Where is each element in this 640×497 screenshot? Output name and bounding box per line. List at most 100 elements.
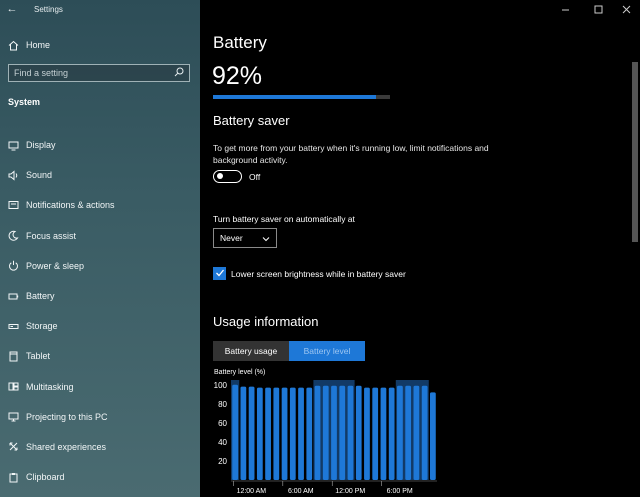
sidebar-item-tablet[interactable]: Tablet bbox=[0, 341, 200, 371]
app-title: Settings bbox=[34, 4, 63, 14]
sidebar-item-power-sleep[interactable]: Power & sleep bbox=[0, 251, 200, 281]
bar-19 bbox=[388, 387, 395, 480]
search-box[interactable] bbox=[8, 64, 190, 82]
share-icon bbox=[0, 441, 26, 452]
sidebar-item-home[interactable]: Home bbox=[0, 36, 200, 54]
bar-7 bbox=[289, 387, 296, 480]
sidebar-item-label: Tablet bbox=[26, 351, 51, 362]
dropdown-value: Never bbox=[220, 233, 243, 243]
battery-icon bbox=[0, 291, 26, 302]
bar-5 bbox=[273, 387, 280, 480]
sidebar-item-label: Projecting to this PC bbox=[26, 411, 108, 422]
bar-22 bbox=[413, 385, 420, 480]
power-icon bbox=[0, 260, 26, 271]
sidebar-item-projecting[interactable]: Projecting to this PC bbox=[0, 402, 200, 432]
usage-tabs: Battery usage Battery level bbox=[213, 341, 365, 361]
projector-icon bbox=[0, 411, 26, 422]
bar-11 bbox=[322, 385, 329, 480]
battery-percentage: 92% bbox=[212, 62, 263, 90]
battery-saver-toggle[interactable] bbox=[213, 170, 242, 183]
title-bar: ← Settings bbox=[0, 0, 200, 18]
sidebar-item-label: Multitasking bbox=[26, 381, 74, 392]
tablet-icon bbox=[0, 351, 26, 362]
bar-12 bbox=[331, 385, 337, 480]
brightness-checkbox-label: Lower screen brightness while in battery… bbox=[231, 269, 406, 279]
bar-10 bbox=[314, 385, 321, 480]
search-icon[interactable] bbox=[174, 64, 184, 82]
bar-23 bbox=[421, 385, 428, 480]
y-tick-label: 40 bbox=[218, 438, 227, 447]
chevron-down-icon bbox=[262, 229, 270, 247]
bar-18 bbox=[380, 387, 387, 480]
display-icon bbox=[0, 140, 26, 151]
sidebar-item-label: Home bbox=[26, 40, 51, 50]
sidebar-item-focus-assist[interactable]: Focus assist bbox=[0, 221, 200, 251]
sidebar-item-sound[interactable]: Sound bbox=[0, 160, 200, 190]
back-arrow-icon[interactable]: ← bbox=[0, 3, 24, 15]
sidebar-item-label: Storage bbox=[26, 321, 58, 332]
bar-9 bbox=[306, 387, 313, 480]
y-tick-label: 80 bbox=[218, 400, 227, 409]
auto-saver-dropdown[interactable]: Never bbox=[213, 228, 277, 248]
page-title: Battery bbox=[213, 33, 267, 52]
sidebar-item-shared-experiences[interactable]: Shared experiences bbox=[0, 432, 200, 462]
tab-battery-usage[interactable]: Battery usage bbox=[213, 341, 289, 361]
checkmark-icon bbox=[215, 265, 225, 283]
storage-icon bbox=[0, 321, 26, 332]
bar-1 bbox=[240, 386, 247, 480]
maximize-icon[interactable] bbox=[583, 0, 613, 18]
multitasking-icon bbox=[0, 381, 26, 392]
bar-24 bbox=[429, 392, 436, 480]
battery-saver-heading: Battery saver bbox=[213, 113, 290, 128]
sidebar-nav: Display Sound Notifications & actions Fo… bbox=[0, 130, 200, 492]
bar-14 bbox=[347, 385, 354, 480]
sidebar-item-label: Shared experiences bbox=[26, 441, 107, 452]
sidebar-item-label: Sound bbox=[26, 170, 53, 181]
sound-icon bbox=[0, 170, 26, 181]
bar-17 bbox=[372, 387, 379, 480]
bar-21 bbox=[405, 385, 412, 480]
brightness-checkbox[interactable] bbox=[213, 267, 226, 280]
toggle-knob bbox=[217, 173, 223, 179]
home-icon bbox=[0, 40, 26, 51]
battery-level-fill bbox=[213, 95, 376, 99]
sidebar-item-label: Focus assist bbox=[26, 230, 77, 241]
sidebar-item-multitasking[interactable]: Multitasking bbox=[0, 372, 200, 402]
sidebar-item-clipboard[interactable]: Clipboard bbox=[0, 462, 200, 492]
sidebar-item-label: Power & sleep bbox=[26, 260, 85, 271]
x-tick-label: 12:00 AM bbox=[237, 488, 267, 495]
x-tick-label: 6:00 PM bbox=[387, 488, 413, 495]
search-input[interactable] bbox=[14, 68, 174, 78]
sidebar-item-label: Notifications & actions bbox=[26, 200, 115, 211]
sidebar-item-display[interactable]: Display bbox=[0, 130, 200, 160]
y-tick-label: 60 bbox=[218, 419, 227, 428]
section-label: System bbox=[8, 97, 41, 107]
minimize-icon[interactable] bbox=[550, 0, 580, 18]
sidebar-item-notifications[interactable]: Notifications & actions bbox=[0, 190, 200, 220]
bar-3 bbox=[256, 387, 263, 480]
y-tick-label: 20 bbox=[218, 457, 227, 466]
sidebar-item-label: Display bbox=[26, 140, 56, 151]
x-tick-label: 6:00 AM bbox=[288, 488, 314, 495]
battery-level-chart: 100 80 60 40 20 12:00 AM 6:00 AM 12:00 PM 6:00 P… bbox=[214, 380, 437, 495]
main-panel: Battery 92% Battery saver To get more fr… bbox=[200, 0, 640, 497]
scrollbar[interactable] bbox=[632, 62, 638, 242]
usage-heading: Usage information bbox=[213, 314, 319, 329]
sidebar-item-storage[interactable]: Storage bbox=[0, 311, 200, 341]
moon-icon bbox=[0, 230, 26, 241]
bar-4 bbox=[265, 387, 271, 480]
bar-16 bbox=[364, 387, 370, 480]
close-icon[interactable] bbox=[611, 0, 640, 18]
sidebar: ← Settings Home System Display Sound Not… bbox=[0, 0, 200, 497]
x-tick-label: 12:00 PM bbox=[335, 488, 365, 495]
tab-battery-level[interactable]: Battery level bbox=[289, 341, 365, 361]
bar-15 bbox=[355, 385, 362, 480]
notifications-icon bbox=[0, 200, 26, 211]
clipboard-icon bbox=[0, 472, 26, 483]
toggle-state-label: Off bbox=[249, 172, 261, 182]
sidebar-item-battery[interactable]: Battery bbox=[0, 281, 200, 311]
bar-13 bbox=[339, 385, 346, 480]
auto-saver-label: Turn battery saver on automatically at bbox=[213, 214, 355, 224]
sidebar-item-label: Battery bbox=[26, 291, 55, 302]
sidebar-item-label: Clipboard bbox=[26, 472, 65, 483]
